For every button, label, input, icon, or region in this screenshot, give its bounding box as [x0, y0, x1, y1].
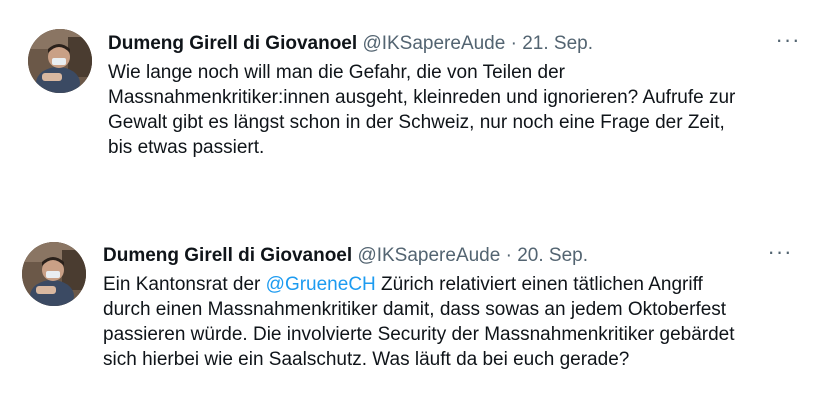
tweet-header: Dumeng Girell di Giovanoel @IKSapereAude… [108, 32, 593, 56]
tweet-header: Dumeng Girell di Giovanoel @IKSapereAude… [103, 244, 588, 268]
display-name[interactable]: Dumeng Girell di Giovanoel [103, 245, 352, 266]
user-handle[interactable]: @IKSapereAude [362, 33, 505, 54]
tweet-text-line: passieren würde. Die involvierte Securit… [103, 324, 735, 345]
separator-dot: · [510, 33, 517, 54]
tweet-text-line: Massnahmenkritiker:innen ausgeht, kleinr… [108, 87, 736, 108]
user-handle[interactable]: @IKSapereAude [357, 245, 500, 266]
avatar[interactable] [22, 242, 86, 306]
avatar-photo [28, 29, 92, 93]
tweet-text-line: sich hierbei wie ein Saalschutz. Was läu… [103, 349, 630, 370]
mention-link[interactable]: @GrueneCH [266, 274, 376, 295]
more-options-icon[interactable]: ··· [773, 29, 803, 56]
tweet-date[interactable]: 20. Sep. [517, 245, 588, 266]
tweet-text-line: Wie lange noch will man die Gefahr, die … [108, 62, 565, 83]
tweet-text-line: Ein Kantonsrat der @GrueneCH Zürich rela… [103, 272, 803, 297]
more-options-icon[interactable]: ··· [765, 241, 795, 268]
tweet-text-line: bis etwas passiert. [108, 137, 265, 158]
tweet-text: Ein Kantonsrat der @GrueneCH Zürich rela… [103, 272, 803, 372]
tweet-text-segment: Zürich relativiert einen tätlichen Angri… [375, 274, 703, 295]
tweet[interactable]: Dumeng Girell di Giovanoel @IKSapereAude… [0, 238, 826, 402]
tweet[interactable]: Dumeng Girell di Giovanoel @IKSapereAude… [0, 24, 826, 204]
avatar-photo [22, 242, 86, 306]
tweet-date[interactable]: 21. Sep. [522, 33, 593, 54]
tweet-text: Wie lange noch will man die Gefahr, die … [108, 60, 808, 160]
tweet-text-line: Gewalt gibt es längst schon in der Schwe… [108, 112, 725, 133]
tweet-text-segment: Ein Kantonsrat der [103, 274, 266, 295]
separator-dot: · [505, 245, 512, 266]
avatar[interactable] [28, 29, 92, 93]
display-name[interactable]: Dumeng Girell di Giovanoel [108, 33, 357, 54]
tweet-text-line: durch einen Massnahmenkritiker damit, da… [103, 299, 727, 320]
